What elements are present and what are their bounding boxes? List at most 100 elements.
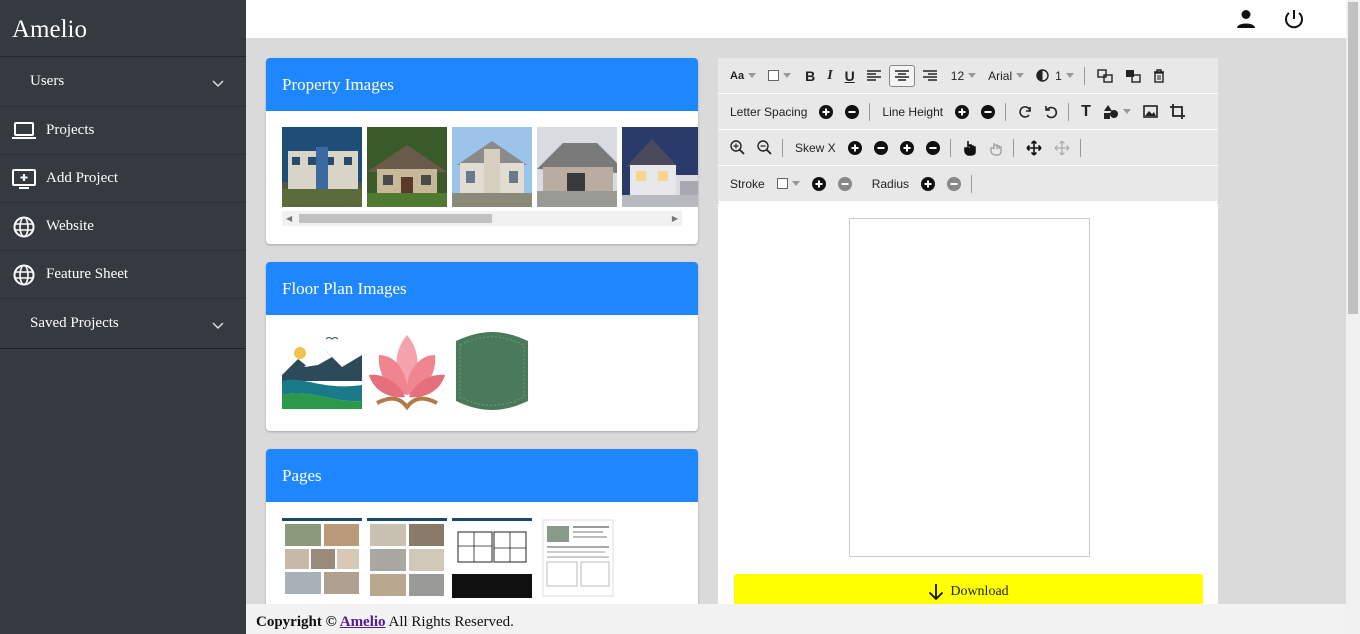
add-screen-icon: [12, 167, 36, 191]
radius-decrease-icon[interactable]: [947, 176, 962, 191]
sidebar-item-website[interactable]: Website: [0, 203, 246, 251]
sidebar-item-saved-projects[interactable]: Saved Projects: [0, 299, 246, 349]
top-bar: [246, 0, 1346, 38]
line-height-decrease-icon[interactable]: [981, 104, 996, 119]
opacity-icon: [1036, 69, 1049, 82]
scrollbar-thumb[interactable]: [1348, 2, 1358, 314]
design-canvas[interactable]: [849, 218, 1090, 557]
sidebar-item-feature-sheet[interactable]: Feature Sheet: [0, 251, 246, 299]
page-thumbnail[interactable]: [452, 518, 532, 598]
property-image[interactable]: [282, 127, 362, 207]
font-size-button[interactable]: Aa: [730, 69, 757, 82]
brand-logo[interactable]: Amelio: [0, 0, 246, 57]
font-size-value: 12: [950, 68, 965, 83]
skew-x-increase-icon[interactable]: [847, 140, 862, 155]
chevron-down-icon: [212, 79, 224, 87]
download-label: Download: [950, 584, 1009, 599]
italic-button[interactable]: I: [827, 68, 832, 84]
scroll-right-icon[interactable]: ▶: [672, 214, 678, 223]
user-icon[interactable]: [1236, 9, 1256, 29]
zoom-in-icon[interactable]: [730, 140, 745, 155]
bold-button[interactable]: B: [805, 68, 815, 84]
property-image[interactable]: [452, 127, 532, 207]
stroke-color-picker[interactable]: [776, 178, 800, 189]
move-icon[interactable]: [1026, 139, 1042, 156]
floor-plan-image[interactable]: [452, 331, 532, 411]
floor-plan-images-card: Floor Plan Images: [266, 262, 698, 431]
scroll-left-icon[interactable]: ◀: [286, 214, 292, 223]
radius-increase-icon[interactable]: [921, 176, 936, 191]
card-title: Pages: [266, 449, 698, 502]
bring-forward-icon[interactable]: [1097, 68, 1113, 83]
add-text-icon[interactable]: T: [1081, 103, 1091, 121]
letter-spacing-decrease-icon[interactable]: [845, 104, 860, 119]
send-backward-icon[interactable]: [1125, 69, 1141, 83]
sidebar-item-label: Saved Projects: [30, 315, 119, 331]
image-icon[interactable]: [1143, 105, 1158, 118]
page-scrollbar[interactable]: [1346, 0, 1360, 634]
skew-y-increase-icon[interactable]: [899, 140, 914, 155]
redo-icon[interactable]: [1018, 105, 1032, 119]
undo-icon[interactable]: [1044, 105, 1058, 119]
toolbar-divider: [971, 174, 973, 193]
footer-copyright: Copyright ©: [256, 614, 337, 630]
delete-icon[interactable]: [1153, 68, 1165, 83]
toolbar-divider: [949, 138, 951, 157]
hand-grab-icon[interactable]: [989, 140, 1003, 156]
property-images-card: Property Images ◀ ▶: [266, 58, 698, 244]
move-disabled-icon[interactable]: [1054, 140, 1070, 156]
globe-icon: [12, 215, 36, 239]
toolbar-divider: [1083, 66, 1085, 85]
underline-button[interactable]: U: [845, 68, 855, 84]
stroke-decrease-icon[interactable]: [837, 176, 852, 191]
floor-plan-image[interactable]: [282, 331, 362, 411]
power-icon[interactable]: [1283, 8, 1305, 30]
property-image[interactable]: [537, 127, 617, 207]
radius-label: Radius: [871, 176, 910, 191]
toolbar-divider: [869, 102, 871, 121]
zoom-out-icon[interactable]: [757, 140, 772, 155]
sidebar-item-users[interactable]: Users: [0, 57, 246, 107]
laptop-icon: [12, 119, 36, 143]
property-image[interactable]: [367, 127, 447, 207]
line-height-label: Line Height: [882, 104, 944, 119]
font-size-select[interactable]: 12: [950, 68, 977, 83]
page-thumbnail[interactable]: [537, 518, 617, 598]
page-thumbnail[interactable]: [282, 518, 362, 598]
horizontal-scrollbar[interactable]: ◀ ▶: [282, 211, 682, 226]
skew-x-label: Skew X: [795, 140, 836, 155]
letter-spacing-increase-icon[interactable]: [819, 104, 834, 119]
align-right-icon[interactable]: [922, 69, 937, 82]
sidebar-item-projects[interactable]: Projects: [0, 107, 246, 155]
font-size-label: Aa: [730, 69, 745, 82]
sidebar-item-label: Add Project: [46, 170, 119, 186]
scrollbar-thumb[interactable]: [299, 214, 492, 223]
toolbar-row-transform: Skew X: [718, 130, 1218, 166]
font-family-select[interactable]: Arial: [988, 69, 1025, 83]
editor-panel: Aa B I U 12 Arial 1 Letter Spacing Line …: [718, 58, 1218, 618]
footer-link[interactable]: Amelio: [340, 614, 386, 630]
shapes-icon[interactable]: [1103, 104, 1131, 119]
skew-x-decrease-icon[interactable]: [873, 140, 888, 155]
align-left-icon[interactable]: [866, 69, 881, 82]
toolbar-divider: [1068, 102, 1070, 121]
skew-y-decrease-icon[interactable]: [925, 140, 940, 155]
crop-icon[interactable]: [1169, 104, 1185, 119]
hand-pointer-icon[interactable]: [963, 140, 977, 156]
property-image[interactable]: [622, 127, 698, 207]
align-center-icon[interactable]: [888, 64, 915, 87]
opacity-select[interactable]: 1: [1036, 69, 1074, 83]
stroke-increase-icon[interactable]: [811, 176, 826, 191]
arrow-down-icon: [929, 584, 944, 601]
floor-plan-image[interactable]: [367, 331, 447, 411]
sidebar-item-label: Users: [30, 73, 65, 89]
sidebar-item-add-project[interactable]: Add Project: [0, 155, 246, 203]
letter-spacing-label: Letter Spacing: [730, 104, 808, 119]
toolbar-divider: [1079, 138, 1081, 157]
toolbar-row-spacing: Letter Spacing Line Height T: [718, 94, 1218, 130]
fill-color-picker[interactable]: [768, 70, 792, 81]
toolbar-divider: [782, 138, 783, 157]
chevron-down-icon: [212, 321, 224, 329]
line-height-increase-icon[interactable]: [955, 104, 970, 119]
page-thumbnail[interactable]: [367, 518, 447, 598]
